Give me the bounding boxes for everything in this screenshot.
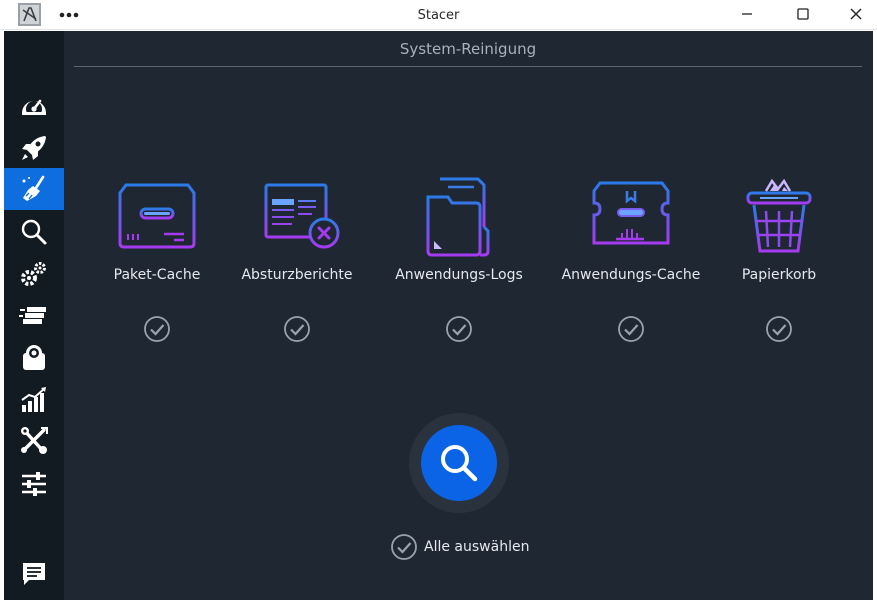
category-label: Anwendungs-Cache (561, 267, 701, 283)
window-border-bottom (0, 600, 877, 606)
maximize-icon[interactable] (790, 3, 816, 25)
category-label: Paket-Cache (113, 267, 201, 283)
search-icon (21, 219, 47, 245)
check-circle-icon (446, 316, 472, 342)
sidebar-item-startup[interactable] (4, 127, 64, 169)
sidebar-item-feedback[interactable] (4, 553, 64, 595)
category-app-logs[interactable]: Anwendungs-Logs (384, 177, 534, 343)
select-all-checkbox[interactable]: Alle auswählen (390, 533, 529, 561)
tools-icon (21, 427, 48, 454)
broom-cleaner-icon (22, 175, 45, 201)
checkbox-trash[interactable] (765, 315, 793, 343)
app-window: System-Reinigung Paket-Cache Absturzberi… (4, 31, 873, 600)
sidebar-item-processes[interactable] (4, 295, 64, 337)
checkbox-app-logs[interactable] (445, 315, 473, 343)
check-circle-icon (284, 316, 310, 342)
package-cache-icon (118, 183, 196, 249)
sidebar-item-dashboard[interactable] (4, 85, 64, 127)
dashboard-gauge-icon (22, 99, 46, 117)
category-label: Anwendungs-Logs (395, 267, 523, 283)
check-circle-icon (391, 534, 417, 560)
close-icon[interactable] (843, 3, 869, 25)
category-crash-reports[interactable]: Absturzberichte (222, 177, 372, 343)
check-circle-icon (618, 316, 644, 342)
sidebar (4, 31, 64, 600)
uninstaller-package-icon (23, 345, 45, 370)
rocket-startup-icon (22, 136, 46, 160)
sidebar-item-services[interactable] (4, 253, 64, 295)
scan-button[interactable] (421, 425, 497, 501)
category-trash[interactable]: Papierkorb (704, 177, 854, 343)
title-divider (74, 66, 862, 67)
checkbox-crash-reports[interactable] (283, 315, 311, 343)
gears-services-icon (21, 262, 46, 286)
category-label: Papierkorb (741, 267, 817, 283)
trash-basket-icon (746, 178, 812, 253)
category-app-cache[interactable]: Anwendungs-Cache (556, 177, 706, 343)
crash-reports-icon (264, 183, 340, 249)
window-titlebar: Stacer (0, 0, 877, 30)
sidebar-item-settings[interactable] (4, 463, 64, 505)
scan-button-ring (409, 413, 509, 513)
category-package-cache[interactable]: Paket-Cache (82, 177, 232, 343)
checkbox-package-cache[interactable] (143, 315, 171, 343)
sidebar-item-search[interactable] (4, 211, 64, 253)
page-title: System-Reinigung (399, 40, 537, 58)
category-label: Absturzberichte (241, 267, 353, 283)
window-border-right (873, 30, 877, 606)
app-cache-box-icon (592, 181, 670, 245)
sidebar-item-uninstaller[interactable] (4, 337, 64, 379)
feedback-message-icon (23, 563, 45, 585)
select-all-label: Alle auswählen (424, 539, 530, 555)
checkbox-app-cache[interactable] (617, 315, 645, 343)
sidebar-item-resources[interactable] (4, 379, 64, 421)
app-logs-folder-icon (426, 177, 490, 257)
resources-chart-icon (21, 387, 46, 412)
minimize-icon[interactable] (734, 3, 760, 25)
settings-sliders-icon (22, 472, 46, 496)
sidebar-item-tools[interactable] (4, 420, 64, 462)
sidebar-item-cleaner[interactable] (4, 168, 64, 210)
check-circle-icon (766, 316, 792, 342)
processes-stack-icon (19, 307, 46, 324)
check-circle-icon (144, 316, 170, 342)
search-icon (441, 445, 478, 482)
